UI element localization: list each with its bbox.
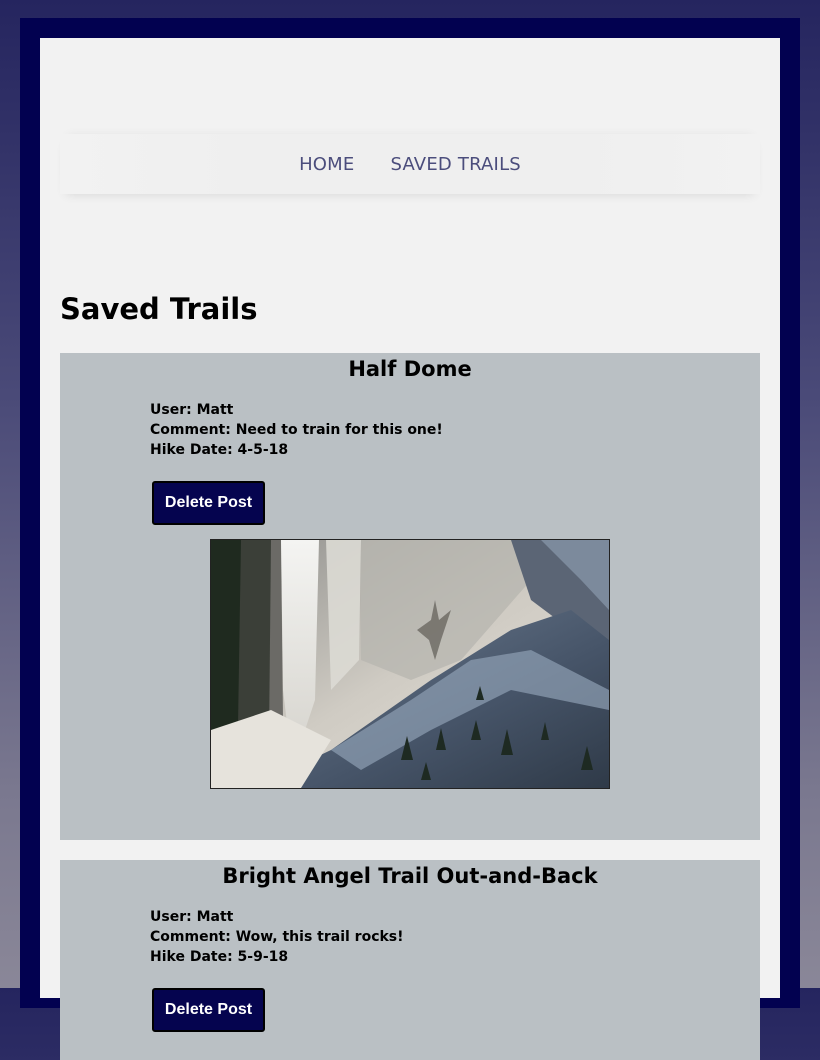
post-meta: User: Matt Comment: Wow, this trail rock… bbox=[150, 907, 760, 967]
trail-title: Bright Angel Trail Out-and-Back bbox=[222, 864, 598, 888]
delete-post-button[interactable]: Delete Post bbox=[152, 988, 265, 1032]
post-hike-date: Hike Date: 4-5-18 bbox=[150, 442, 289, 458]
trail-post-card: Half Dome User: Matt Comment: Need to tr… bbox=[60, 353, 760, 840]
trail-post-card: Bright Angel Trail Out-and-Back User: Ma… bbox=[60, 860, 760, 1060]
trail-title: Half Dome bbox=[348, 357, 472, 381]
post-comment: Comment: Need to train for this one! bbox=[150, 422, 443, 438]
post-user: User: Matt bbox=[150, 402, 234, 418]
nav-link-saved-trails[interactable]: SAVED TRAILS bbox=[390, 154, 520, 175]
post-comment: Comment: Wow, this trail rocks! bbox=[150, 929, 404, 945]
post-user: User: Matt bbox=[150, 909, 234, 925]
main-nav: HOME SAVED TRAILS bbox=[60, 134, 760, 194]
page-content: HOME SAVED TRAILS Saved Trails Half Dome… bbox=[40, 38, 780, 1060]
post-meta: User: Matt Comment: Need to train for th… bbox=[150, 400, 760, 460]
page-title: Saved Trails bbox=[60, 292, 258, 326]
delete-post-button[interactable]: Delete Post bbox=[152, 481, 265, 525]
post-hike-date: Hike Date: 5-9-18 bbox=[150, 949, 289, 965]
trail-photo bbox=[210, 539, 610, 789]
nav-link-home[interactable]: HOME bbox=[299, 154, 354, 175]
